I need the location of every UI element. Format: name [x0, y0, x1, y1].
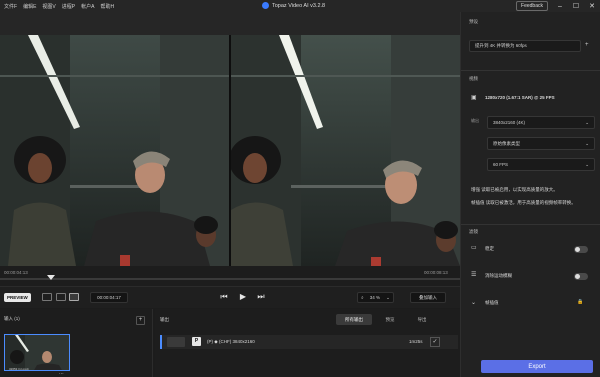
motion-blur-label: 消除运动模糊 — [485, 273, 512, 278]
chevron-down-icon: ⌄ — [386, 294, 390, 300]
tab-all-outputs[interactable]: 所有输出 — [336, 314, 372, 325]
side-by-side-view-icon[interactable] — [69, 293, 79, 301]
separator — [461, 224, 600, 225]
interpolation-note: 帧插值 读取已被激活，用于高质量的视频帧率转换。 — [471, 200, 576, 205]
menu-view[interactable]: 视图V — [42, 3, 55, 10]
stabilize-toggle[interactable] — [574, 246, 588, 253]
add-preset-icon[interactable]: + — [585, 42, 589, 48]
output-duration: 1m25s — [409, 339, 423, 344]
playhead-handle[interactable] — [46, 275, 55, 280]
fps-value: 60 FPS — [493, 162, 509, 167]
chevron-down-icon[interactable]: ⌄ — [471, 299, 476, 306]
input-panel: 输入 (1) + 32653 (1).mp4 ⋯ — [0, 309, 153, 377]
tab-export[interactable]: 导出 — [412, 314, 432, 325]
timeline-start-time: 00:00:04:13 — [4, 270, 28, 275]
app-title-text: Topaz Video AI v3.2.8 — [272, 2, 326, 9]
frame-interpolation-label: 帧插值 — [485, 300, 499, 305]
add-input-button[interactable]: + — [136, 316, 145, 325]
thumbnail-image: 32653 (1).mp4 — [5, 335, 69, 371]
timeline-track[interactable] — [0, 278, 460, 280]
resolution-value: 3840x2160 (4K) — [493, 120, 526, 125]
video-icon: ▣ — [471, 95, 477, 101]
feedback-button[interactable]: Feedback — [516, 1, 548, 11]
video-preview[interactable] — [0, 12, 460, 266]
search-icon: ⌕ — [361, 295, 364, 300]
settings-panel: 预设 提升到 4K 并转换为 60fps + 视频 ▣ 1280x720 (1.… — [460, 12, 600, 377]
tab-preview[interactable]: 预览 — [380, 314, 400, 325]
close-icon[interactable]: ✕ — [588, 2, 596, 10]
pixel-type-value: 原始像素类型 — [493, 140, 520, 146]
zoom-value: 34 % — [369, 295, 380, 300]
preset-select[interactable]: 提升到 4K 并转换为 60fps — [469, 40, 581, 52]
input-header: 输入 (1) — [4, 316, 20, 321]
split-view-icon[interactable] — [56, 293, 66, 301]
output-panel: 输出 所有输出 预览 导出 P (P) ◆ (CHF) 3840x2160 1m… — [155, 309, 460, 377]
preview-controls: PREVIEW 00:00:04:17 ⏮ ▶ ⏭ ⌕ 34 % ⌄ 叠加输入 — [0, 286, 460, 308]
menu-edit[interactable]: 编辑E — [23, 3, 36, 10]
enhanced-frame — [231, 35, 460, 266]
input-thumbnail[interactable]: 32653 (1).mp4 — [4, 334, 70, 371]
play-icon[interactable]: ▶ — [237, 292, 249, 301]
original-frame — [0, 35, 229, 266]
pixel-type-select[interactable]: 原始像素类型 ⌄ — [487, 137, 595, 150]
menu-help[interactable]: 帮助H — [100, 3, 114, 10]
menu-account[interactable]: 帐户A — [81, 3, 94, 10]
maximize-icon[interactable]: ☐ — [572, 2, 580, 10]
overlay-input-button[interactable]: 叠加输入 — [410, 292, 446, 303]
original-frame-image — [0, 35, 229, 266]
source-info: 1280x720 (1.67:1 SAR) @ 25 FPS — [485, 95, 555, 100]
single-view-icon[interactable] — [42, 293, 52, 301]
enhanced-frame-image — [231, 35, 460, 266]
thumbnail-caption: 32653 (1).mp4 — [9, 367, 29, 371]
enhance-note: 增强 读取已被启用，以实现高质量的放大。 — [471, 187, 558, 192]
next-frame-icon[interactable]: ⏭ — [255, 292, 267, 302]
preview-badge: P — [192, 337, 201, 346]
topaz-logo-icon — [262, 2, 269, 9]
chevron-down-icon: ⌄ — [585, 161, 589, 167]
preview-button[interactable]: PREVIEW — [4, 293, 31, 302]
output-label: 输出 — [471, 118, 479, 123]
timeline-end-time: 00:00:08:13 — [424, 270, 448, 275]
menu-process[interactable]: 进程P — [62, 3, 75, 10]
output-row[interactable]: P (P) ◆ (CHF) 3840x2160 1m25s ✓ — [160, 335, 458, 349]
motion-blur-icon: ☰ — [471, 272, 477, 278]
timeline[interactable]: 00:00:04:13 00:00:08:13 — [0, 266, 460, 286]
fps-select[interactable]: 60 FPS ⌄ — [487, 158, 595, 171]
app-title: Topaz Video AI v3.2.8 — [262, 2, 325, 9]
output-spec: (P) ◆ (CHF) 3840x2160 — [207, 339, 255, 344]
output-header: 输出 — [160, 317, 169, 322]
motion-blur-toggle[interactable] — [574, 273, 588, 280]
chevron-down-icon: ⌄ — [585, 119, 589, 125]
lock-icon[interactable]: 🔒 — [577, 299, 583, 305]
resolution-select[interactable]: 3840x2160 (4K) ⌄ — [487, 116, 595, 129]
checkmark-icon[interactable]: ✓ — [430, 337, 440, 347]
window-controls: Feedback – ☐ ✕ — [516, 1, 596, 11]
more-options-icon[interactable]: ⋯ — [59, 371, 64, 377]
preview-top-band — [0, 12, 460, 35]
output-thumbnail — [167, 337, 185, 347]
video-title: 视频 — [469, 76, 478, 81]
export-button[interactable]: Export — [481, 360, 593, 373]
zoom-control[interactable]: ⌕ 34 % ⌄ — [357, 292, 394, 303]
minimize-icon[interactable]: – — [556, 3, 564, 10]
chevron-down-icon: ⌄ — [585, 140, 589, 146]
menu-file[interactable]: 文件F — [4, 3, 17, 10]
preset-title: 预设 — [469, 19, 478, 24]
stabilize-icon: ▭ — [471, 245, 477, 251]
previous-frame-icon[interactable]: ⏮ — [218, 292, 230, 302]
separator — [461, 70, 600, 71]
stabilize-label: 稳定 — [485, 246, 494, 251]
filters-title: 滤镜 — [469, 229, 478, 234]
menu-bar: 文件F 编辑E 视图V 进程P 帐户A 帮助H — [0, 3, 114, 10]
title-bar: 文件F 编辑E 视图V 进程P 帐户A 帮助H Topaz Video AI v… — [0, 0, 600, 12]
timecode-field[interactable]: 00:00:04:17 — [90, 292, 128, 303]
